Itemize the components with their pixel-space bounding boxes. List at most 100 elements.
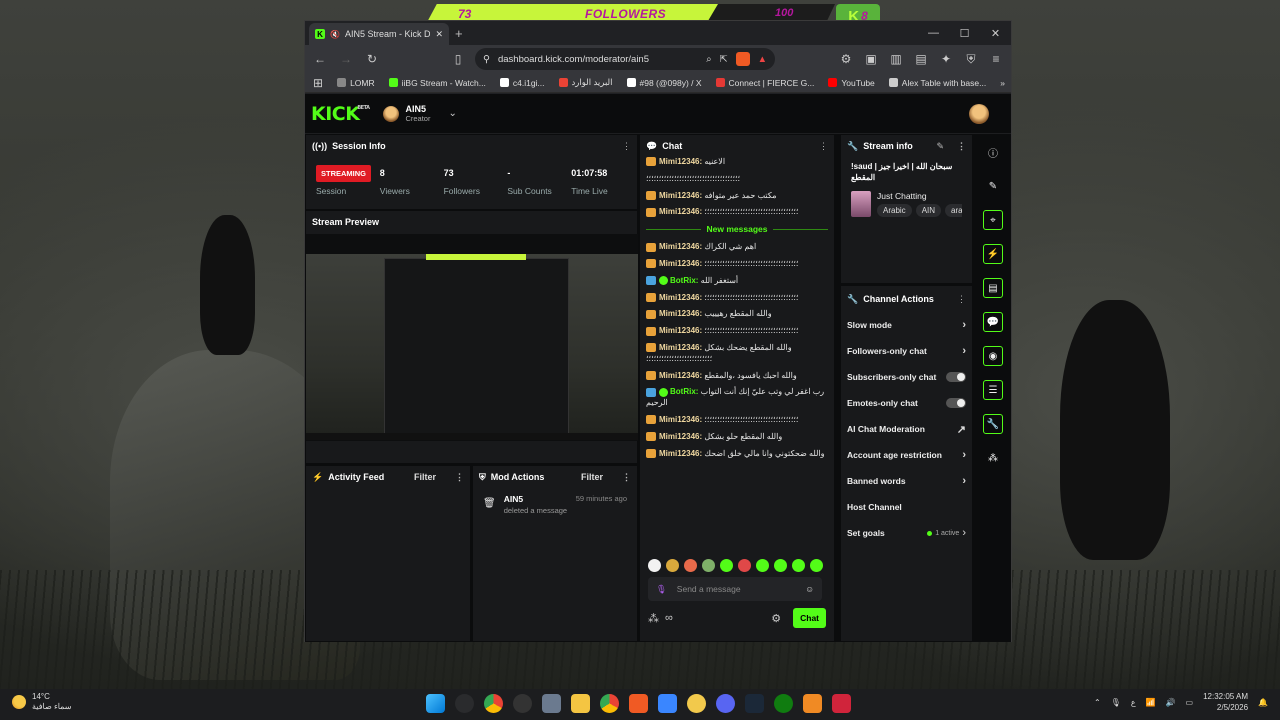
emote-icon[interactable] (810, 559, 823, 572)
chat-username[interactable]: Mimi12346: (659, 371, 704, 380)
leo-ai-icon[interactable]: ✦ (937, 50, 955, 68)
file-explorer-icon[interactable] (571, 694, 590, 713)
mod-filter-button[interactable]: Filter (581, 472, 603, 482)
back-icon[interactable]: ← (311, 50, 329, 68)
close-window-icon[interactable]: ✕ (980, 21, 1011, 45)
obs-icon[interactable] (513, 694, 532, 713)
info-icon[interactable]: ⓘ (983, 142, 1003, 162)
chat-username[interactable]: Mimi12346: (659, 293, 704, 302)
more-options-icon[interactable]: ⋮ (455, 472, 464, 483)
brave-icon[interactable] (629, 694, 648, 713)
start-icon[interactable] (426, 694, 445, 713)
more-bookmarks-icon[interactable]: » (1000, 78, 1005, 88)
microphone-icon[interactable]: 🎙 (1111, 698, 1121, 707)
chat-username[interactable]: Mimi12346: (659, 326, 704, 335)
wifi-icon[interactable]: 📶 (1146, 698, 1156, 707)
apps-grid-icon[interactable]: ⊞ (313, 74, 323, 92)
focus-icon[interactable]: ⌖ (983, 210, 1003, 230)
emote-icon[interactable] (792, 559, 805, 572)
chat-username[interactable]: Mimi12346: (659, 309, 704, 318)
more-options-icon[interactable]: ⋮ (622, 472, 631, 483)
chrome-alt-icon[interactable] (484, 694, 503, 713)
wallet-icon[interactable]: ▤ (912, 50, 930, 68)
chat-input[interactable]: 🎙 Send a message ☺ (648, 577, 822, 601)
chevron-right-icon[interactable]: › (962, 449, 966, 461)
brave-shields-icon[interactable] (735, 52, 750, 66)
wrench-icon[interactable]: 🔧 (983, 414, 1003, 434)
brave-rewards-icon[interactable]: ▲ (758, 54, 767, 65)
battery-icon[interactable]: ▭ (1186, 698, 1194, 707)
bookmark-item[interactable]: البريد الوارد (558, 77, 613, 88)
chat-app-icon[interactable] (687, 694, 706, 713)
bookmark-icon[interactable]: ▯ (449, 50, 467, 68)
weather-widget[interactable]: 14°C سماء صافية (12, 692, 72, 713)
toggle-switch[interactable] (946, 372, 966, 382)
close-tab-icon[interactable]: ✕ (435, 29, 443, 40)
store-icon[interactable] (658, 694, 677, 713)
search-icon[interactable] (455, 694, 474, 713)
emote-icon[interactable] (684, 559, 697, 572)
chat-username[interactable]: Mimi12346: (659, 259, 704, 268)
forward-icon[interactable]: → (337, 50, 355, 68)
add-widget-icon[interactable]: ⁂ (983, 448, 1003, 468)
bookmark-item[interactable]: #98 (@098y) / X (626, 78, 702, 88)
emote-icon[interactable] (720, 559, 733, 572)
chevron-down-icon[interactable]: ⌄ (448, 108, 456, 119)
pencil-icon[interactable]: ✎ (983, 176, 1003, 196)
chat-bubble-icon[interactable]: 💬 (983, 312, 1003, 332)
user-avatar[interactable] (969, 103, 989, 124)
site-info-icon[interactable]: ⚲ (483, 54, 490, 65)
list-icon[interactable]: ☰ (983, 380, 1003, 400)
lightning-icon[interactable]: ⚡ (983, 244, 1003, 264)
channel-action-host-channel[interactable]: Host Channel (841, 494, 972, 520)
channel-action-banned-words[interactable]: Banned words › (841, 468, 972, 494)
notes-icon[interactable]: ▤ (983, 278, 1003, 298)
stream-tag[interactable]: ara (945, 204, 962, 218)
send-chat-button[interactable]: Chat (793, 608, 826, 628)
share-icon[interactable]: ⇱ (720, 54, 728, 65)
more-options-icon[interactable]: ⋮ (957, 294, 966, 305)
more-options-icon[interactable]: ⋮ (622, 141, 631, 152)
emote-icon[interactable] (756, 559, 769, 572)
browser-tab[interactable]: K 🔇 AIN5 Stream - Kick Dashboard ✕ (309, 23, 449, 45)
bookmark-item[interactable]: c4.i1gi... (499, 78, 545, 88)
chat-username[interactable]: Mimi12346: (659, 207, 704, 216)
bookmark-item[interactable]: iiBG Stream - Watch... (388, 78, 486, 88)
chat-username[interactable]: Mimi12346: (659, 191, 704, 200)
chat-username[interactable]: Mimi12346: (659, 343, 704, 352)
channel-action-ai-chat-moderation[interactable]: AI Chat Moderation ↗ (841, 416, 972, 442)
clock[interactable]: 12:32:05 AM 2/5/2026 (1203, 692, 1248, 714)
vlc-icon[interactable] (803, 694, 822, 713)
emote-icon[interactable] (648, 559, 661, 572)
chat-username[interactable]: Mimi12346: (659, 449, 704, 458)
chrome-icon[interactable] (600, 694, 619, 713)
chevron-right-icon[interactable]: › (962, 475, 966, 487)
channel-action-emotes-only-chat[interactable]: Emotes-only chat (841, 390, 972, 416)
emote-icon[interactable] (774, 559, 787, 572)
channel-action-account-age-restriction[interactable]: Account age restriction › (841, 442, 972, 468)
sidebar-icon[interactable]: ▥ (887, 50, 905, 68)
bookmark-item[interactable]: Alex Table with base... (888, 78, 986, 88)
chevron-right-icon[interactable]: › (962, 527, 966, 539)
channel-action-set-goals[interactable]: Set goals 1 active › (841, 520, 972, 546)
chat-username[interactable]: Mimi12346: (659, 432, 704, 441)
reload-icon[interactable]: ↻ (363, 50, 381, 68)
new-tab-icon[interactable]: + (455, 26, 463, 41)
menu-icon[interactable]: ≡ (987, 50, 1005, 68)
settings-gear-icon[interactable]: ⚙ (771, 612, 781, 625)
emote-icon[interactable] (666, 559, 679, 572)
channel-action-subscribers-only-chat[interactable]: Subscribers-only chat (841, 364, 972, 390)
chat-username[interactable]: BotRix: (670, 276, 701, 285)
vpn-icon[interactable]: ⛨ (962, 50, 980, 68)
mute-icon[interactable]: 🔇 (330, 30, 340, 39)
chevron-right-icon[interactable]: › (962, 319, 966, 331)
channel-action-followers-only-chat[interactable]: Followers-only chat › (841, 338, 972, 364)
chevron-right-icon[interactable]: › (962, 345, 966, 357)
chat-message-list[interactable]: Mimi12346: الاعنيه ؛؛؛؛؛؛؛؛؛؛؛؛؛؛؛؛؛؛؛؛؛؛… (640, 157, 834, 567)
emote-icon[interactable] (738, 559, 751, 572)
more-options-icon[interactable]: ⋮ (957, 141, 966, 152)
channel-action-slow-mode[interactable]: Slow mode › (841, 312, 972, 338)
activity-filter-button[interactable]: Filter (414, 472, 436, 482)
xbox-icon[interactable] (774, 694, 793, 713)
notification-icon[interactable]: 🔔 (1258, 698, 1268, 707)
